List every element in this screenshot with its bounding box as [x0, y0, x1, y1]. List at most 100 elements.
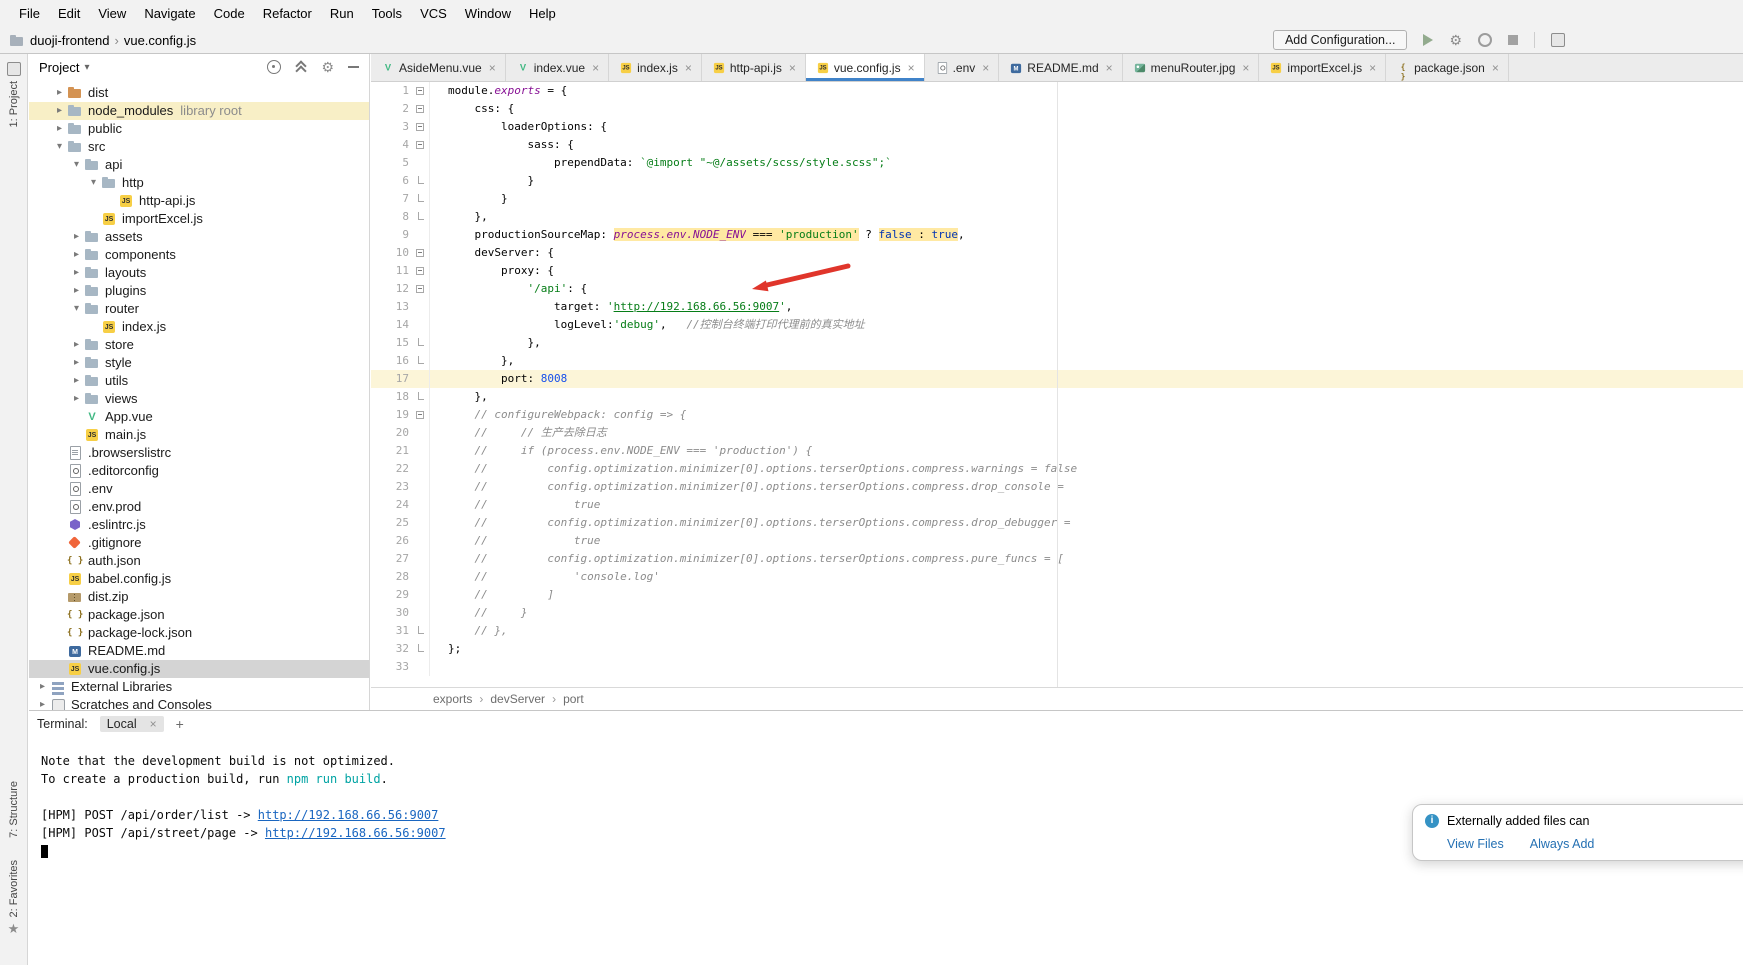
- chevron-right-icon[interactable]: ▸: [69, 372, 84, 390]
- tree-item-components[interactable]: ▸components: [29, 246, 369, 264]
- run-icon[interactable]: [1423, 34, 1433, 46]
- tree-item-assets[interactable]: ▸assets: [29, 228, 369, 246]
- menu-run[interactable]: Run: [321, 4, 363, 23]
- close-icon[interactable]: ×: [1492, 61, 1499, 75]
- tree-item-style[interactable]: ▸style: [29, 354, 369, 372]
- tree-item-.editorconfig[interactable]: .editorconfig: [29, 462, 369, 480]
- chevron-down-icon[interactable]: ▾: [52, 138, 67, 156]
- fold-end-icon[interactable]: [413, 208, 429, 226]
- gear-icon[interactable]: ⚙: [321, 60, 334, 74]
- tree-item-http[interactable]: ▾http: [29, 174, 369, 192]
- tree-item-layouts[interactable]: ▸layouts: [29, 264, 369, 282]
- tree-item-README.md[interactable]: README.md: [29, 642, 369, 660]
- tree-item-src[interactable]: ▾src: [29, 138, 369, 156]
- fold-start-icon[interactable]: [413, 244, 429, 262]
- menu-code[interactable]: Code: [205, 4, 254, 23]
- tree-item-index.js[interactable]: index.js: [29, 318, 369, 336]
- tree-item-.env.prod[interactable]: .env.prod: [29, 498, 369, 516]
- vcs-update-icon[interactable]: [1551, 33, 1565, 47]
- menu-refactor[interactable]: Refactor: [254, 4, 321, 23]
- breadcrumb-port[interactable]: port: [563, 692, 584, 706]
- chevron-down-icon[interactable]: ▾: [69, 156, 84, 174]
- tree-item-vue.config.js[interactable]: vue.config.js: [29, 660, 369, 678]
- close-icon[interactable]: ×: [489, 61, 496, 75]
- editor-tab-http-api.js[interactable]: http-api.js×: [702, 54, 806, 81]
- breadcrumb-project[interactable]: duoji-frontend: [30, 33, 110, 48]
- fold-end-icon[interactable]: [413, 172, 429, 190]
- menu-vcs[interactable]: VCS: [411, 4, 456, 23]
- close-icon[interactable]: ×: [685, 61, 692, 75]
- editor-tab-README.md[interactable]: README.md×: [999, 54, 1122, 81]
- fold-end-icon[interactable]: [413, 190, 429, 208]
- new-terminal-icon[interactable]: +: [176, 716, 184, 732]
- stripe-project-button[interactable]: 1: Project: [7, 62, 21, 127]
- tree-item-utils[interactable]: ▸utils: [29, 372, 369, 390]
- fold-start-icon[interactable]: [413, 82, 429, 100]
- project-panel-title[interactable]: Project: [39, 60, 79, 75]
- notification-action-always-add[interactable]: Always Add: [1530, 837, 1595, 851]
- chevron-right-icon[interactable]: ▸: [52, 102, 67, 120]
- close-icon[interactable]: ×: [1106, 61, 1113, 75]
- close-icon[interactable]: ×: [908, 61, 915, 75]
- chevron-down-icon[interactable]: ▾: [86, 174, 101, 192]
- editor-tab-menuRouter.jpg[interactable]: menuRouter.jpg×: [1123, 54, 1260, 81]
- fold-end-icon[interactable]: [413, 640, 429, 658]
- fold-start-icon[interactable]: [413, 100, 429, 118]
- close-icon[interactable]: ×: [592, 61, 599, 75]
- tree-item-.eslintrc.js[interactable]: .eslintrc.js: [29, 516, 369, 534]
- tree-item-store[interactable]: ▸store: [29, 336, 369, 354]
- menu-window[interactable]: Window: [456, 4, 520, 23]
- profiler-icon[interactable]: [1478, 33, 1492, 47]
- tree-item-External Libraries[interactable]: ▸External Libraries: [29, 678, 369, 696]
- chevron-right-icon[interactable]: ▸: [69, 282, 84, 300]
- chevron-down-icon[interactable]: ▾: [69, 300, 84, 318]
- hide-panel-icon[interactable]: [348, 66, 359, 68]
- notification-action-view-files[interactable]: View Files: [1447, 837, 1504, 851]
- settings-gear-icon[interactable]: ⚙: [1449, 33, 1462, 47]
- tree-item-Scratches and Consoles[interactable]: ▸Scratches and Consoles: [29, 696, 369, 710]
- breadcrumb-file[interactable]: vue.config.js: [124, 33, 196, 48]
- tree-item-dist[interactable]: ▸dist: [29, 84, 369, 102]
- close-icon[interactable]: ×: [982, 61, 989, 75]
- menu-tools[interactable]: Tools: [363, 4, 411, 23]
- fold-end-icon[interactable]: [413, 334, 429, 352]
- fold-end-icon[interactable]: [413, 388, 429, 406]
- collapse-all-icon[interactable]: [295, 61, 307, 73]
- breadcrumb-exports[interactable]: exports: [433, 692, 472, 706]
- close-icon[interactable]: ×: [789, 61, 796, 75]
- fold-start-icon[interactable]: [413, 280, 429, 298]
- tree-item-.gitignore[interactable]: .gitignore: [29, 534, 369, 552]
- fold-end-icon[interactable]: [413, 352, 429, 370]
- tree-item-plugins[interactable]: ▸plugins: [29, 282, 369, 300]
- fold-end-icon[interactable]: [413, 622, 429, 640]
- editor-tab-importExcel.js[interactable]: importExcel.js×: [1259, 54, 1386, 81]
- fold-start-icon[interactable]: [413, 136, 429, 154]
- editor-tab-index.js[interactable]: index.js×: [609, 54, 702, 81]
- tree-item-package.json[interactable]: package.json: [29, 606, 369, 624]
- tree-item-.browserslistrc[interactable]: .browserslistrc: [29, 444, 369, 462]
- editor-tab-.env[interactable]: .env×: [925, 54, 1000, 81]
- editor-tab-AsideMenu.vue[interactable]: AsideMenu.vue×: [371, 54, 506, 81]
- tree-item-App.vue[interactable]: App.vue: [29, 408, 369, 426]
- menu-file[interactable]: File: [10, 4, 49, 23]
- fold-start-icon[interactable]: [413, 118, 429, 136]
- tree-item-main.js[interactable]: main.js: [29, 426, 369, 444]
- tree-item-babel.config.js[interactable]: babel.config.js: [29, 570, 369, 588]
- chevron-right-icon[interactable]: ▸: [35, 678, 50, 696]
- breadcrumb-devServer[interactable]: devServer: [490, 692, 545, 706]
- menu-help[interactable]: Help: [520, 4, 565, 23]
- chevron-right-icon[interactable]: ▸: [52, 120, 67, 138]
- tree-item-http-api.js[interactable]: http-api.js: [29, 192, 369, 210]
- menu-edit[interactable]: Edit: [49, 4, 89, 23]
- close-icon[interactable]: ×: [1369, 61, 1376, 75]
- tree-item-package-lock.json[interactable]: package-lock.json: [29, 624, 369, 642]
- tree-item-router[interactable]: ▾router: [29, 300, 369, 318]
- editor-tab-package.json[interactable]: package.json×: [1386, 54, 1509, 81]
- tree-item-api[interactable]: ▾api: [29, 156, 369, 174]
- add-configuration-button[interactable]: Add Configuration...: [1273, 30, 1408, 50]
- fold-start-icon[interactable]: [413, 406, 429, 424]
- tree-item-node_modules[interactable]: ▸node_moduleslibrary root: [29, 102, 369, 120]
- tree-item-public[interactable]: ▸public: [29, 120, 369, 138]
- fold-start-icon[interactable]: [413, 262, 429, 280]
- tree-item-views[interactable]: ▸views: [29, 390, 369, 408]
